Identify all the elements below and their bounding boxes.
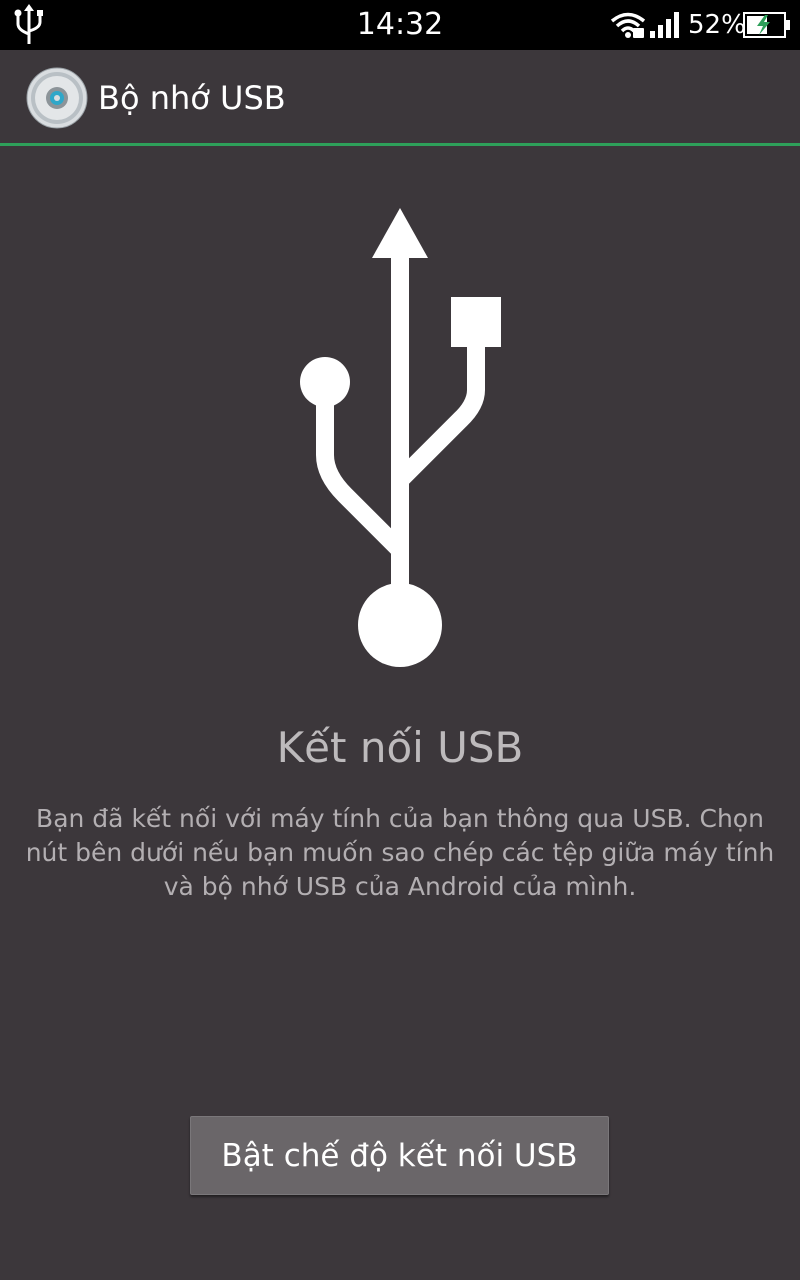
action-bar: Bộ nhớ USB — [0, 50, 800, 146]
heading: Kết nối USB — [276, 723, 524, 772]
wifi-icon — [610, 12, 646, 38]
description-text: Bạn đã kết nối với máy tính của bạn thôn… — [25, 804, 775, 901]
battery-charging-icon — [743, 12, 790, 38]
page-title: Bộ nhớ USB — [98, 79, 286, 117]
usb-storage-disc-icon[interactable] — [26, 67, 88, 129]
enable-usb-connection-button[interactable]: Bật chế độ kết nối USB — [190, 1116, 609, 1195]
battery-percent: 52% — [688, 10, 746, 40]
signal-icon — [650, 12, 679, 38]
usb-symbol-icon — [300, 208, 501, 667]
status-bar: 14:32 52% — [0, 0, 800, 50]
